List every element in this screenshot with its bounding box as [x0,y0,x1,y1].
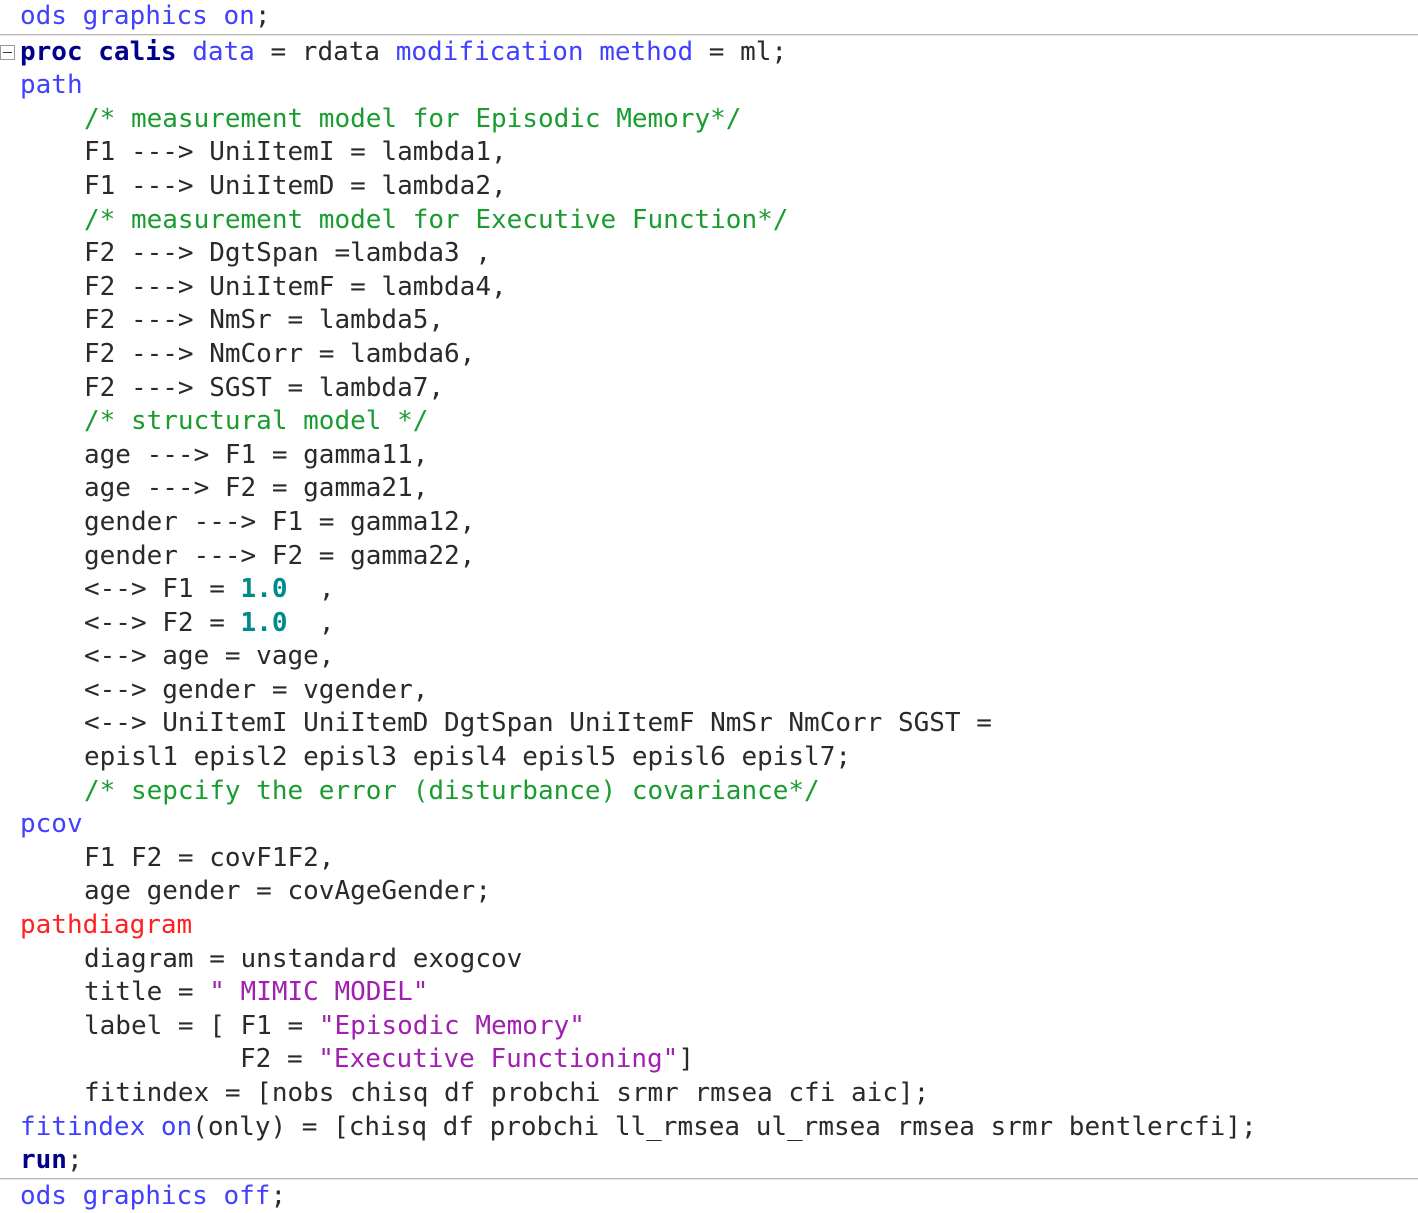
fold-collapse-icon[interactable] [0,44,15,60]
code-line-var-age[interactable]: <--> age = vage, [0,640,1418,674]
token-path-spec: gender ---> F2 = gamma22, [84,540,476,571]
code-line-pcov[interactable]: pcov [0,808,1418,842]
token-method-option: method [599,36,694,67]
token-path-spec: F1 ---> UniItemI = lambda1, [84,137,507,168]
code-line-comment-error-covariance[interactable]: /* sepcify the error (disturbance) covar… [0,775,1418,809]
token-path-spec: F2 ---> UniItemF = lambda4, [84,271,507,302]
token-path-spec: F2 ---> SGST = lambda7, [84,372,445,403]
token-comment: /* structural model */ [84,406,429,437]
token-proc-calis: proc calis [20,36,177,67]
token-title-key: title = [84,977,210,1008]
token-path-spec-tail: , [287,574,335,605]
code-line-diagram-option[interactable]: diagram = unstandard exogcov [0,943,1418,977]
token-semicolon: ; [254,1,271,31]
code-line-fitindex-option[interactable]: fitindex = [nobs chisq df probchi srmr r… [0,1077,1418,1111]
code-line-run[interactable]: run; [0,1144,1418,1178]
code-line-pcov-f1f2[interactable]: F1 F2 = covF1F2, [0,842,1418,876]
code-line-var-f1[interactable]: <--> F1 = 1.0 , [0,573,1418,607]
code-line-title-option[interactable]: title = " MIMIC MODEL" [0,976,1418,1010]
token-bracket-close: ] [678,1044,694,1075]
token-pcov-spec: F1 F2 = covF1F2, [84,842,335,873]
token-pathdiagram-statement: pathdiagram [20,910,193,941]
token-ods-graphics-off: ods graphics off [20,1180,271,1211]
code-line-label-f1[interactable]: label = [ F1 = "Episodic Memory" [0,1010,1418,1044]
code-line-ods-graphics-on[interactable]: ods graphics on; [0,0,1418,34]
token-path-spec: <--> F2 = [84,607,241,638]
token-label-f2-key: F2 = [240,1044,319,1075]
token-path-spec: F2 ---> NmSr = lambda5, [84,305,445,336]
code-line-ods-graphics-off[interactable]: ods graphics off; [0,1180,1418,1213]
token-semicolon: ; [270,1180,287,1211]
token-path-spec: <--> gender = vgender, [84,674,429,705]
token-path-spec: age ---> F1 = gamma11, [84,439,429,470]
token-path-spec: <--> F1 = [84,574,241,605]
token-fitindex-option: fitindex = [nobs chisq df probchi srmr r… [84,1078,930,1108]
token-data-option: data [176,36,255,67]
code-line-f2-dgtspan[interactable]: F2 ---> DgtSpan =lambda3 , [0,237,1418,271]
token-ods-graphics-on: ods graphics on [20,1,255,31]
code-line-pathdiagram[interactable]: pathdiagram [0,909,1418,943]
token-pcov-statement: pcov [20,809,83,840]
token-semicolon: ; [66,1145,83,1176]
token-path-spec: <--> UniItemI UniItemD DgtSpan UniItemF … [84,708,992,739]
code-line-f2-uniitemf[interactable]: F2 ---> UniItemF = lambda4, [0,271,1418,305]
token-label-key: label = [ F1 = [84,1010,319,1041]
code-line-f1-uniitemi[interactable]: F1 ---> UniItemI = lambda1, [0,136,1418,170]
token-comment: /* sepcify the error (disturbance) covar… [84,775,820,806]
code-line-pcov-agegender[interactable]: age gender = covAgeGender; [0,875,1418,909]
code-line-var-gender[interactable]: <--> gender = vgender, [0,674,1418,708]
token-fitindex-keyword: fitindex [20,1111,146,1142]
code-line-age-f2[interactable]: age ---> F2 = gamma21, [0,472,1418,506]
code-line-age-f1[interactable]: age ---> F1 = gamma11, [0,439,1418,473]
code-line-comment-structural-model[interactable]: /* structural model */ [0,405,1418,439]
token-path-spec: gender ---> F1 = gamma12, [84,506,476,537]
token-label-f1-string: "Episodic Memory" [318,1010,585,1041]
code-line-f2-sgst[interactable]: F2 ---> SGST = lambda7, [0,372,1418,406]
token-number: 1.0 [240,607,288,638]
code-line-path[interactable]: path [0,69,1418,103]
code-line-proc-calis[interactable]: proc calis data = rdata modification met… [0,36,1418,70]
token-on-keyword: on [160,1111,193,1142]
token-path-spec-tail: , [287,607,335,638]
code-line-f1-uniitemd[interactable]: F1 ---> UniItemD = lambda2, [0,170,1418,204]
token-path-spec: F2 ---> DgtSpan =lambda3 , [84,238,491,269]
token-comment: /* measurement model for Executive Funct… [84,204,789,235]
code-line-error-variances-head[interactable]: <--> UniItemI UniItemD DgtSpan UniItemF … [0,707,1418,741]
token-modification-option: modification [395,36,584,67]
token-diagram-option: diagram = unstandard exogcov [84,943,523,974]
code-area[interactable]: ods graphics on; proc calis data = rdata… [0,0,1418,1213]
token-path-spec: age ---> F2 = gamma21, [84,473,429,504]
token-fitindex-list: (only) = [chisq df probchi ll_rmsea ul_r… [192,1111,1257,1142]
code-line-gender-f1[interactable]: gender ---> F1 = gamma12, [0,506,1418,540]
code-line-error-variances-values[interactable]: episl1 episl2 episl3 episl4 episl5 episl… [0,741,1418,775]
token-rdata-value: = rdata [254,36,396,67]
token-run-keyword: run [20,1145,67,1176]
token-title-string: " MIMIC MODEL" [209,977,429,1008]
code-line-f2-nmcorr[interactable]: F2 ---> NmCorr = lambda6, [0,338,1418,372]
token-path-spec: F1 ---> UniItemD = lambda2, [84,170,507,201]
code-line-var-f2[interactable]: <--> F2 = 1.0 , [0,607,1418,641]
token-label-f2-string: "Executive Functioning" [318,1044,679,1075]
token-ml-value: = ml; [693,36,788,67]
token-path-statement: path [20,70,83,101]
token-path-spec: episl1 episl2 episl3 episl4 episl5 episl… [84,742,852,773]
code-line-label-f2[interactable]: F2 = "Executive Functioning"] [0,1043,1418,1077]
token-number: 1.0 [240,574,288,605]
token-pcov-spec: age gender = covAgeGender; [84,876,491,907]
code-line-comment-executive-function[interactable]: /* measurement model for Executive Funct… [0,204,1418,238]
code-line-comment-episodic-memory[interactable]: /* measurement model for Episodic Memory… [0,103,1418,137]
code-line-fitindex-statement[interactable]: fitindex on(only) = [chisq df probchi ll… [0,1111,1418,1145]
code-line-gender-f2[interactable]: gender ---> F2 = gamma22, [0,540,1418,574]
token-path-spec: <--> age = vage, [84,641,335,672]
token-comment: /* measurement model for Episodic Memory… [84,103,742,134]
code-line-f2-nmsr[interactable]: F2 ---> NmSr = lambda5, [0,304,1418,338]
sas-code-editor[interactable]: ods graphics on; proc calis data = rdata… [0,0,1418,1211]
token-path-spec: F2 ---> NmCorr = lambda6, [84,338,476,369]
